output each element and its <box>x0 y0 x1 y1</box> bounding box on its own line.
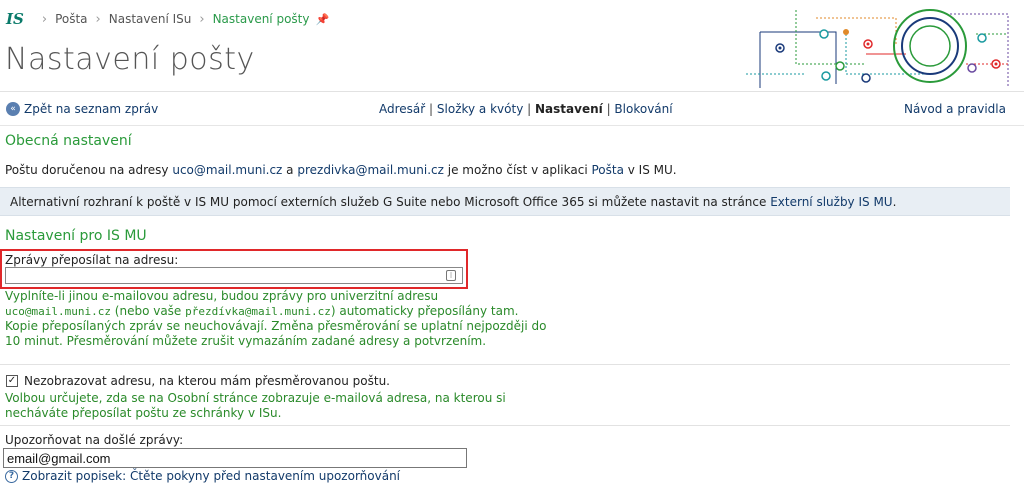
notify-label: Upozorňovat na došlé zprávy: <box>5 433 184 447</box>
pin-icon[interactable]: 📌 <box>315 13 329 26</box>
mail-navbar: « Zpět na seznam zpráv Adresář | Složky … <box>0 92 1024 126</box>
breadcrumb-current: Nastavení pošty <box>212 12 310 26</box>
address-prezdivka-link[interactable]: prezdivka@mail.muni.cz <box>297 163 444 177</box>
tab-slozky-a-kvoty[interactable]: Složky a kvóty <box>437 102 523 116</box>
tab-nastaveni[interactable]: Nastavení <box>535 102 603 116</box>
notify-email-input[interactable] <box>3 448 467 468</box>
hide-address-label: Nezobrazovat adresu, na kterou mám přesm… <box>24 374 390 388</box>
back-label: Zpět na seznam zpráv <box>24 102 159 116</box>
settings-tabs: Adresář | Složky a kvóty | Nastavení | B… <box>379 102 673 116</box>
autofill-icon[interactable]: ⁝ <box>446 270 456 281</box>
divider <box>0 364 1010 365</box>
general-settings-heading: Obecná nastavení <box>5 133 132 149</box>
show-tip-label: Zobrazit popisek: Čtěte pokyny před nast… <box>22 469 401 483</box>
page-header: IS › Pošta › Nastavení ISu › Nastavení p… <box>0 0 1024 92</box>
forward-help-text: Vyplníte-li jinou e-mailovou adresu, bud… <box>5 289 547 348</box>
back-arrow-icon: « <box>6 102 20 116</box>
external-services-link[interactable]: Externí služby IS MU <box>770 195 892 209</box>
show-tip-link[interactable]: ? Zobrazit popisek: Čtěte pokyny před na… <box>5 469 400 483</box>
breadcrumb-nastaveni-isu[interactable]: Nastavení ISu <box>109 12 192 26</box>
mail-addresses-paragraph: Poštu doručenou na adresy uco@mail.muni.… <box>5 163 677 177</box>
chevron-right-icon: › <box>199 11 205 27</box>
hide-address-option[interactable]: ✓ Nezobrazovat adresu, na kterou mám pře… <box>6 374 390 388</box>
breadcrumb-posta[interactable]: Pošta <box>55 12 87 26</box>
address-uco-link[interactable]: uco@mail.muni.cz <box>172 163 282 177</box>
tab-adresar[interactable]: Adresář <box>379 102 425 116</box>
tab-blokovani[interactable]: Blokování <box>614 102 672 116</box>
forward-address-highlight: Zprávy přeposílat na adresu: ⁝ <box>0 249 468 289</box>
back-to-messages-link[interactable]: « Zpět na seznam zpráv <box>6 102 158 116</box>
is-logo[interactable]: IS <box>6 10 24 28</box>
decorative-circuit-graphic <box>746 9 1009 88</box>
help-question-icon: ? <box>5 469 18 483</box>
breadcrumb: IS › Pošta › Nastavení ISu › Nastavení p… <box>6 10 329 28</box>
chevron-right-icon: › <box>95 11 101 27</box>
hide-address-help-text: Volbou určujete, zda se na Osobní stránc… <box>5 391 506 420</box>
forward-address-input[interactable]: ⁝ <box>5 267 463 284</box>
hide-address-checkbox[interactable]: ✓ <box>6 375 18 387</box>
alternative-interface-notice: Alternativní rozhraní k poště v IS MU po… <box>0 187 1010 216</box>
posta-app-link[interactable]: Pošta <box>591 163 623 177</box>
help-rules-link[interactable]: Návod a pravidla <box>904 102 1006 116</box>
forward-address-label: Zprávy přeposílat na adresu: <box>5 253 179 267</box>
page-title: Nastavení pošty <box>5 42 255 77</box>
ismu-settings-heading: Nastavení pro IS MU <box>5 228 147 244</box>
divider <box>0 425 1010 426</box>
chevron-right-icon: › <box>41 11 48 27</box>
